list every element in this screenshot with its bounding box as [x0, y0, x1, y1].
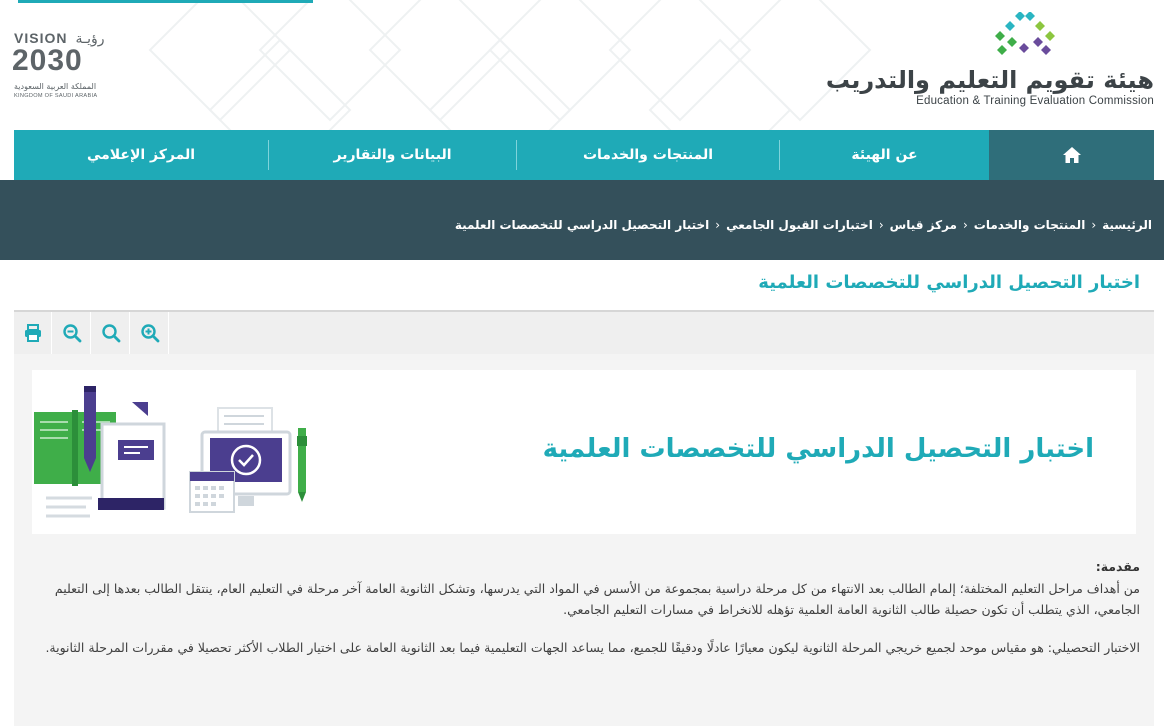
commission-name-en[interactable]: Education & Training Evaluation Commissi… [916, 95, 1154, 107]
print-icon [24, 324, 41, 342]
site-header: VISION رؤيـة 2030 المملكة العربية السعودي… [0, 0, 1164, 130]
marker-icon [297, 428, 307, 502]
books-and-exam-illustration [34, 386, 307, 518]
logo-diamond [1045, 31, 1055, 41]
logo-diamond [1033, 37, 1043, 47]
main-content-area: اختبار التحصيل الدراسي للتخصصات العلمية [14, 354, 1154, 726]
reset-zoom-icon [101, 324, 120, 343]
pen-icon [84, 386, 96, 472]
logo-diamond [1005, 21, 1015, 31]
vision-kingdom-en: KINGDOM OF SAUDI ARABIA [14, 93, 98, 99]
logo-diamond [1007, 37, 1017, 47]
page-title: اختبار التحصيل الدراسي للتخصصات العلمية [758, 272, 1140, 293]
book-stack-icon [98, 498, 164, 510]
breadcrumb-products-services[interactable]: المنتجات والخدمات [974, 218, 1086, 232]
page-title-bar: اختبار التحصيل الدراسي للتخصصات العلمية [14, 260, 1154, 312]
intro-heading: مقدمة: [1095, 559, 1140, 574]
breadcrumb-qiyas-center[interactable]: مركز قياس [890, 218, 957, 232]
calendar-icon [189, 471, 235, 513]
home-icon [1062, 147, 1081, 163]
page-banner: اختبار التحصيل الدراسي للتخصصات العلمية [32, 370, 1136, 534]
nav-item-media-center[interactable]: المركز الإعلامي [14, 130, 268, 180]
zoom-out-button[interactable] [53, 312, 91, 354]
breadcrumb-band: الرئيسية ‹ المنتجات والخدمات ‹ مركز قياس ‹ اخت… [0, 180, 1164, 260]
breadcrumb-home[interactable]: الرئيسية [1102, 218, 1152, 232]
vision-kingdom-ar: المملكة العربية السعودية [14, 82, 97, 91]
nav-home[interactable] [989, 130, 1154, 180]
breadcrumb-separator: ‹ [715, 218, 721, 232]
zoom-in-button[interactable] [131, 312, 169, 354]
intro-paragraph: من أهداف مراحل التعليم المختلفة؛ إلمام ا… [54, 580, 1140, 618]
breadcrumb-current-page: اختبار التحصيل الدراسي للتخصصات العلمية [454, 218, 710, 232]
breadcrumb-separator: ‹ [1091, 218, 1097, 232]
nav-divider [516, 140, 517, 170]
banner-title: اختبار التحصيل الدراسي للتخصصات العلمية [542, 434, 1094, 464]
logo-diamond [1041, 45, 1051, 55]
commission-name-ar[interactable]: هيئة تقويم التعليم والتدريب [826, 66, 1154, 94]
vision-2030-logo[interactable]: VISION رؤيـة 2030 المملكة العربية السعودي… [12, 30, 122, 102]
logo-diamond [995, 31, 1005, 41]
print-button[interactable] [14, 312, 52, 354]
article-body: مقدمة: من أهداف مراحل التعليم المختلفة؛ … [28, 556, 1140, 674]
nav-item-products-services[interactable]: المنتجات والخدمات [517, 130, 779, 180]
nav-divider [268, 140, 269, 170]
logo-diamond [1019, 43, 1029, 53]
logo-diamond [1025, 12, 1035, 21]
breadcrumb: الرئيسية ‹ المنتجات والخدمات ‹ مركز قياس ‹ اخت… [455, 218, 1152, 232]
page-tools-bar [14, 312, 1154, 354]
vision-year: 2030 [12, 44, 83, 77]
logo-diamond [997, 45, 1007, 55]
nav-item-about[interactable]: عن الهيئة [780, 130, 989, 180]
achievement-test-paragraph: الاختبار التحصيلي: هو مقياس موحد لجميع خ… [45, 639, 1140, 655]
breadcrumb-separator: ‹ [962, 218, 968, 232]
breadcrumb-admission-tests[interactable]: اختبارات القبول الجامعي [726, 218, 873, 232]
nav-divider [779, 140, 780, 170]
logo-diamond [1035, 21, 1045, 31]
header-top-accent-line [18, 0, 313, 3]
commission-logo-icon[interactable] [990, 12, 1066, 60]
reset-zoom-button[interactable] [92, 312, 130, 354]
main-navigation: عن الهيئة المنتجات والخدمات البيانات وال… [14, 130, 1154, 180]
breadcrumb-separator: ‹ [878, 218, 884, 232]
logo-diamond [1015, 12, 1025, 21]
zoom-in-icon [140, 324, 159, 343]
nav-item-data-reports[interactable]: البيانات والتقارير [269, 130, 516, 180]
zoom-out-icon [62, 324, 81, 343]
